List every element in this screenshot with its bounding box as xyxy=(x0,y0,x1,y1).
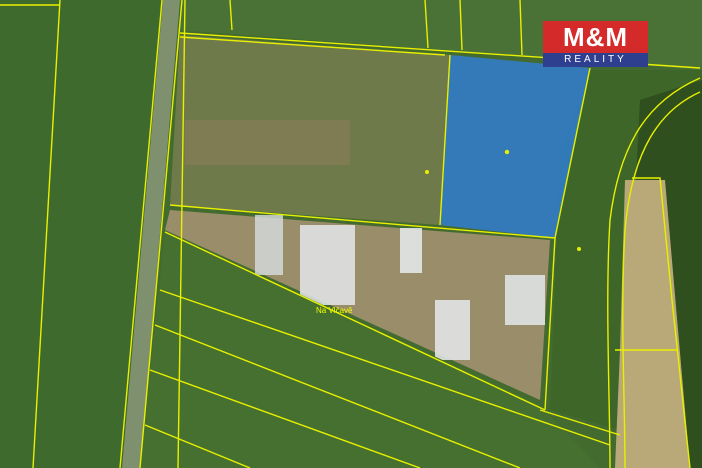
street-label: Na Vlčavě xyxy=(316,306,353,315)
parcel-point-highlight xyxy=(504,149,510,155)
logo-sub-text: REALITY xyxy=(543,53,648,67)
greenhouse-1 xyxy=(300,225,355,305)
parcel-point-2 xyxy=(577,247,581,251)
greenhouse-3 xyxy=(400,228,422,273)
field-strip-brown xyxy=(185,120,350,165)
brand-logo: M&M REALITY xyxy=(543,21,648,69)
greenhouse-4 xyxy=(435,300,470,360)
map-canvas xyxy=(0,0,702,468)
greenhouse-5 xyxy=(505,275,545,325)
map-view[interactable]: Na Vlčavě M&M REALITY xyxy=(0,0,702,468)
greenhouse-2 xyxy=(255,215,283,275)
parcel-point-1 xyxy=(425,170,429,174)
logo-main-text: M&M xyxy=(543,21,648,53)
